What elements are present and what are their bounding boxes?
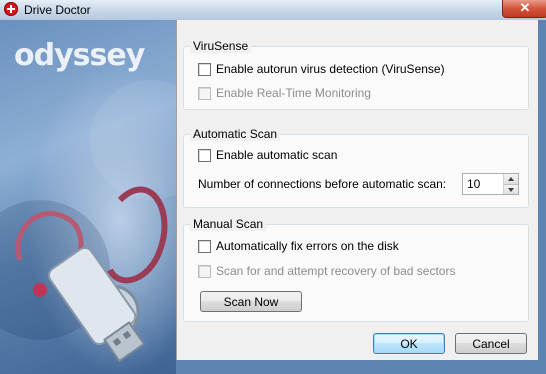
realtime-label: Enable Real-Time Monitoring [216, 86, 371, 100]
automatic-scan-legend: Automatic Scan [190, 127, 281, 141]
realtime-checkbox-row: Enable Real-Time Monitoring [198, 86, 371, 100]
manual-scan-group: Manual Scan Automatically fix errors on … [183, 217, 529, 322]
autorun-checkbox-row[interactable]: Enable autorun virus detection (ViruSens… [198, 62, 445, 76]
ok-button[interactable]: OK [373, 333, 445, 354]
spinner-buttons [503, 174, 518, 194]
connections-value[interactable]: 10 [463, 174, 503, 194]
manual-scan-legend: Manual Scan [190, 217, 267, 231]
auto-scan-label[interactable]: Enable automatic scan [216, 148, 337, 162]
window-title: Drive Doctor [24, 3, 91, 17]
automatic-scan-group: Automatic Scan Enable automatic scan Num… [183, 127, 529, 208]
auto-scan-checkbox[interactable] [198, 148, 211, 162]
spin-up-icon[interactable] [504, 174, 518, 185]
scan-now-button[interactable]: Scan Now [200, 291, 302, 312]
autofix-checkbox-row[interactable]: Automatically fix errors on the disk [198, 239, 399, 253]
autorun-checkbox[interactable] [198, 62, 211, 76]
virusense-group: ViruSense Enable autorun virus detection… [183, 39, 529, 110]
connections-label: Number of connections before automatic s… [198, 177, 447, 191]
spin-down-icon[interactable] [504, 184, 518, 194]
autofix-checkbox[interactable] [198, 239, 211, 253]
badsectors-checkbox-row: Scan for and attempt recovery of bad sec… [198, 264, 455, 278]
realtime-checkbox [198, 86, 211, 100]
badsectors-checkbox [198, 264, 211, 278]
connections-spinner[interactable]: 10 [462, 173, 519, 195]
auto-scan-checkbox-row[interactable]: Enable automatic scan [198, 148, 337, 162]
window-frame-right [538, 20, 546, 374]
close-button[interactable]: ✕ [502, 0, 546, 18]
red-cross-icon [4, 2, 18, 16]
settings-panel: ViruSense Enable autorun virus detection… [176, 20, 539, 360]
autorun-label[interactable]: Enable autorun virus detection (ViruSens… [216, 62, 445, 76]
virusense-legend: ViruSense [190, 39, 252, 53]
title-bar: Drive Doctor ✕ [0, 0, 546, 21]
stethoscope-usb-illustration [0, 80, 176, 363]
cancel-button[interactable]: Cancel [455, 333, 527, 354]
window-frame-bottom [176, 360, 538, 374]
background-artwork: odyssey [0, 20, 176, 374]
badsectors-label: Scan for and attempt recovery of bad sec… [216, 264, 456, 278]
autofix-label[interactable]: Automatically fix errors on the disk [216, 239, 399, 253]
